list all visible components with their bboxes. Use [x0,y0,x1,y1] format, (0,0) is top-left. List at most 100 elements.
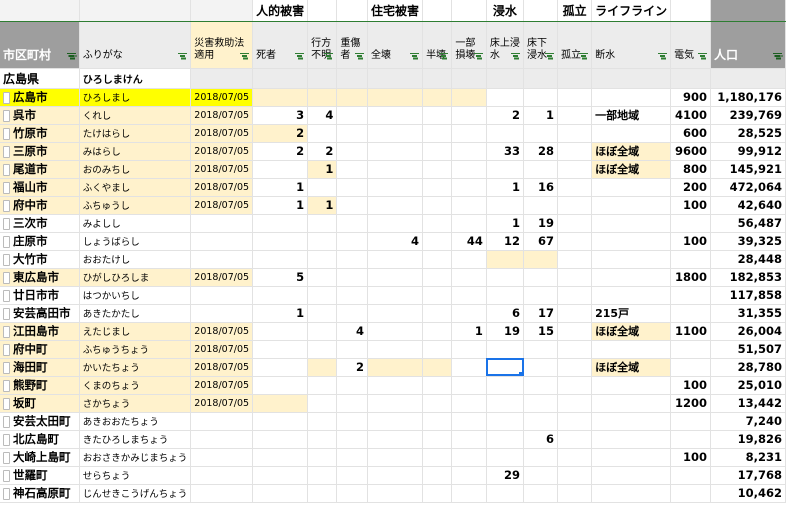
date-cell[interactable]: 2018/07/05 [190,340,254,359]
value-cell[interactable] [451,394,487,413]
value-cell[interactable] [486,340,525,359]
kana-cell[interactable]: きたひろしまちょう [79,430,192,449]
value-cell[interactable]: 2 [307,142,338,161]
date-cell[interactable]: 2018/07/05 [190,160,254,179]
value-cell[interactable] [336,484,369,503]
cell[interactable] [591,68,672,89]
column-header-cell[interactable]: 半壊 [422,21,453,69]
kana-cell[interactable]: しょうばらし [79,232,192,251]
value-cell[interactable] [367,394,424,413]
date-cell[interactable] [190,466,254,485]
group-header-cell[interactable] [710,0,786,22]
value-cell[interactable] [451,484,487,503]
value-cell[interactable] [523,340,559,359]
column-header-cell[interactable]: 床上浸水 [486,21,525,69]
value-cell[interactable]: 44 [451,232,487,251]
group-header-cell[interactable]: 住宅被害 [367,0,424,22]
value-cell[interactable] [336,142,369,161]
value-cell[interactable] [523,160,559,179]
value-cell[interactable] [307,124,338,143]
kana-cell[interactable]: ふちゅうし [79,196,192,215]
value-cell[interactable]: 67 [523,232,559,251]
value-cell[interactable] [252,250,309,269]
value-cell[interactable]: 100 [670,448,711,467]
value-cell[interactable]: ほぼ全域 [591,322,672,341]
city-cell[interactable]: 大崎上島町 [0,448,80,467]
value-cell[interactable] [486,88,525,107]
value-cell[interactable] [557,394,593,413]
value-cell[interactable] [451,160,487,179]
value-cell[interactable]: 1,180,176 [710,88,786,107]
value-cell[interactable] [557,232,593,251]
column-header-cell[interactable]: 行方 不明 [307,21,338,69]
value-cell[interactable] [451,358,487,377]
value-cell[interactable] [367,412,424,431]
value-cell[interactable] [252,160,309,179]
kana-cell[interactable]: くれし [79,106,192,125]
kana-cell[interactable]: くまのちょう [79,376,192,395]
value-cell[interactable]: 1 [486,214,525,233]
value-cell[interactable] [367,268,424,287]
value-cell[interactable] [307,358,338,377]
value-cell[interactable] [591,250,672,269]
kana-cell[interactable]: おおたけし [79,250,192,269]
value-cell[interactable] [451,448,487,467]
value-cell[interactable] [557,142,593,161]
value-cell[interactable] [252,412,309,431]
value-cell[interactable]: ほぼ全域 [591,358,672,377]
city-cell[interactable]: 三次市 [0,214,80,233]
filter-icon[interactable] [295,52,305,59]
value-cell[interactable] [557,358,593,377]
value-cell[interactable]: 56,487 [710,214,786,233]
value-cell[interactable] [307,430,338,449]
kana-cell[interactable]: かいたちょう [79,358,192,377]
value-cell[interactable] [670,430,711,449]
value-cell[interactable] [367,142,424,161]
value-cell[interactable] [307,268,338,287]
value-cell[interactable] [422,124,453,143]
cell[interactable] [367,68,424,89]
city-cell[interactable]: 江田島市 [0,322,80,341]
value-cell[interactable] [252,448,309,467]
value-cell[interactable] [367,178,424,197]
column-header-cell[interactable]: 市区町村 [0,21,80,69]
kana-cell[interactable]: ひがしひろしま [79,268,192,287]
kana-cell[interactable]: せらちょう [79,466,192,485]
value-cell[interactable] [422,160,453,179]
value-cell[interactable] [451,268,487,287]
value-cell[interactable]: 7,240 [710,412,786,431]
value-cell[interactable] [422,88,453,107]
filter-icon[interactable] [545,52,555,59]
date-cell[interactable] [190,214,254,233]
value-cell[interactable] [336,160,369,179]
value-cell[interactable]: 15 [523,322,559,341]
value-cell[interactable] [367,304,424,323]
kana-cell[interactable]: えたじまし [79,322,192,341]
city-cell[interactable]: 広島市 [0,88,80,107]
value-cell[interactable] [252,340,309,359]
city-cell[interactable]: 呉市 [0,106,80,125]
group-header-cell[interactable]: 浸水 [486,0,525,22]
value-cell[interactable]: 215戸 [591,304,672,323]
filter-icon[interactable] [240,52,250,59]
value-cell[interactable] [451,106,487,125]
group-header-cell[interactable] [523,0,559,22]
value-cell[interactable] [557,250,593,269]
value-cell[interactable]: 42,640 [710,196,786,215]
group-header-cell[interactable] [670,0,711,22]
value-cell[interactable]: 1800 [670,268,711,287]
value-cell[interactable] [486,484,525,503]
value-cell[interactable] [557,214,593,233]
value-cell[interactable] [252,286,309,305]
value-cell[interactable] [336,178,369,197]
value-cell[interactable] [367,214,424,233]
value-cell[interactable] [451,376,487,395]
kana-cell[interactable]: みはらし [79,142,192,161]
value-cell[interactable] [367,196,424,215]
cell[interactable] [451,68,487,89]
city-cell[interactable]: 福山市 [0,178,80,197]
value-cell[interactable] [336,304,369,323]
value-cell[interactable]: 26,004 [710,322,786,341]
value-cell[interactable] [252,466,309,485]
value-cell[interactable] [307,214,338,233]
